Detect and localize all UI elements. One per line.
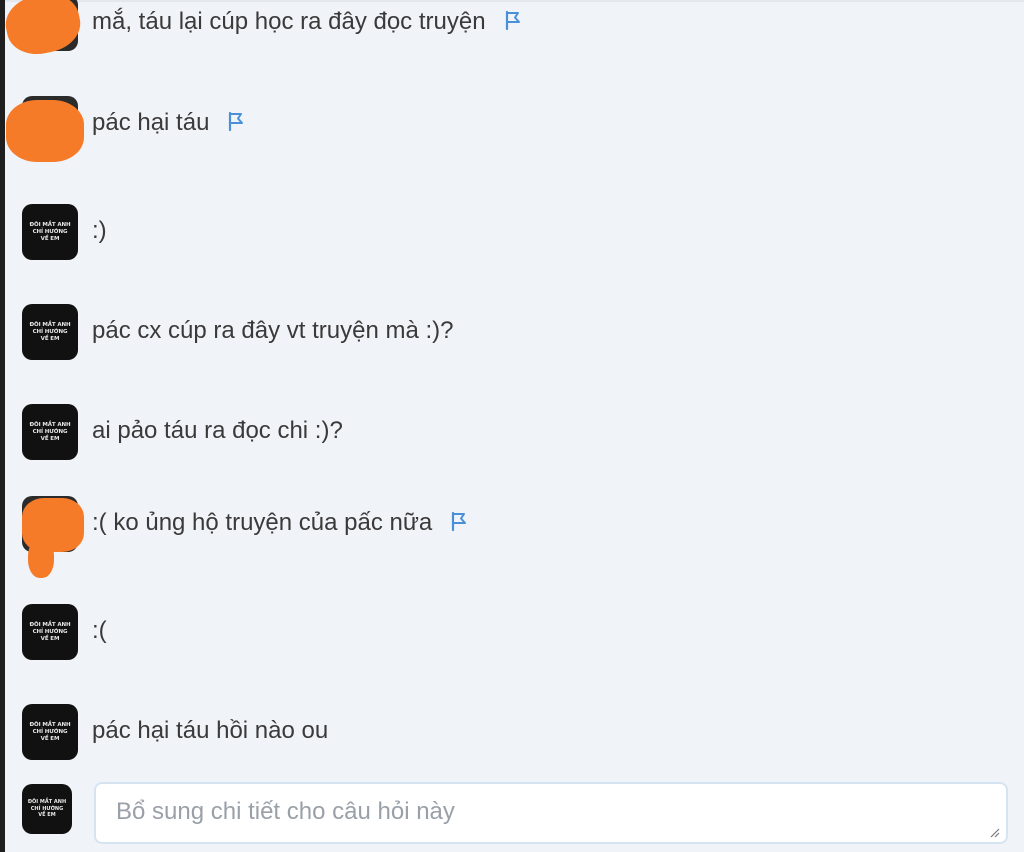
avatar[interactable]: ĐÔI MẮT ANH CHỈ HƯỚNG VỀ EM bbox=[22, 604, 78, 660]
flag-icon[interactable] bbox=[225, 110, 247, 132]
avatar-text: VỀ EM bbox=[40, 735, 60, 742]
avatar-text: VỀ EM bbox=[40, 335, 60, 342]
comment-item: ĐÔI MẮT ANH CHỈ HƯỚNG VỀ EM :( bbox=[20, 602, 1000, 662]
comment-text: :( ko ủng hộ truyện của pấc nữa bbox=[92, 508, 470, 538]
avatar-text: ĐÔI MẮT ANH bbox=[29, 321, 71, 328]
flag-icon[interactable] bbox=[502, 9, 524, 31]
comment-body: pác cx cúp ra đây vt truyện mà :)? bbox=[92, 317, 454, 344]
comment-text: pác cx cúp ra đây vt truyện mà :)? bbox=[92, 316, 454, 346]
redaction-mark bbox=[6, 100, 84, 162]
comment-item: mắ, táu lại cúp học ra đây đọc truyện bbox=[0, 0, 1000, 61]
comment-body: ai pảo táu ra đọc chi :)? bbox=[92, 417, 343, 444]
avatar-text: CHỈ HƯỚNG bbox=[32, 428, 68, 435]
comment-item: ĐÔI MẮT ANH CHỈ HƯỚNG VỀ EM :) bbox=[20, 202, 1000, 262]
comment-item: ĐÔI MẮT ANH CHỈ HƯỚNG VỀ EM ai pảo táu r… bbox=[20, 402, 1000, 462]
comment-body: :( bbox=[92, 617, 107, 644]
avatar-text: VỀ EM bbox=[40, 235, 60, 242]
comment-item: ĐÔI MẮT ANH CHỈ HƯỚNG VỀ EM pác cx cúp r… bbox=[20, 302, 1000, 362]
comment-text: :( bbox=[92, 616, 107, 646]
comment-body: pác hại táu bbox=[92, 109, 210, 136]
avatar[interactable]: ĐÔI MẮT ANH CHỈ HƯỚNG VỀ EM bbox=[22, 404, 78, 460]
comment-text: :) bbox=[92, 216, 107, 246]
comment-item: pác hại táu bbox=[6, 94, 1000, 162]
comment-body: :( ko ủng hộ truyện của pấc nữa bbox=[92, 509, 433, 536]
redaction-mark bbox=[0, 0, 86, 61]
flag-icon[interactable] bbox=[448, 510, 470, 532]
comment-text: pác hại táu hồi nào ou bbox=[92, 716, 328, 746]
avatar-text: VỀ EM bbox=[40, 635, 60, 642]
comment-thread: mắ, táu lại cúp học ra đây đọc truyện pá… bbox=[0, 0, 1024, 852]
avatar-text: CHỈ HƯỚNG bbox=[32, 728, 68, 735]
left-border bbox=[0, 0, 5, 852]
avatar-text: VỀ EM bbox=[40, 435, 60, 442]
comment-text: mắ, táu lại cúp học ra đây đọc truyện bbox=[92, 7, 524, 37]
avatar-text: ĐÔI MẮT ANH bbox=[29, 421, 71, 428]
avatar-text: CHỈ HƯỚNG bbox=[32, 228, 68, 235]
avatar[interactable]: ĐÔI MẮT ANH CHỈ HƯỚNG VỀ EM bbox=[22, 204, 78, 260]
resize-grip-icon[interactable] bbox=[988, 826, 1000, 838]
avatar-text: CHỈ HƯỚNG bbox=[32, 628, 68, 635]
avatar[interactable]: ĐÔI MẮT ANH CHỈ HƯỚNG VỀ EM bbox=[22, 304, 78, 360]
comment-body: pác hại táu hồi nào ou bbox=[92, 717, 329, 744]
comment-body: :) bbox=[92, 217, 107, 244]
comment-body: mắ, táu lại cúp học ra đây đọc truyện bbox=[92, 8, 486, 35]
redaction-mark bbox=[28, 538, 54, 578]
comment-item: ĐÔI MẮT ANH CHỈ HƯỚNG VỀ EM pác hại táu … bbox=[20, 702, 1000, 762]
reply-composer: ĐÔI MẮT ANH CHỈ HƯỚNG VỀ EM bbox=[20, 782, 1010, 844]
comment-text: ai pảo táu ra đọc chi :)? bbox=[92, 416, 343, 446]
reply-input[interactable] bbox=[94, 782, 1008, 844]
comment-item: :( ko ủng hộ truyện của pấc nữa bbox=[20, 494, 1000, 578]
avatar-text: ĐÔI MẮT ANH bbox=[29, 621, 71, 628]
comment-text: pác hại táu bbox=[92, 108, 247, 138]
avatar-text: ĐÔI MẮT ANH bbox=[29, 721, 71, 728]
avatar[interactable]: ĐÔI MẮT ANH CHỈ HƯỚNG VỀ EM bbox=[22, 784, 72, 834]
avatar-text: ĐÔI MẮT ANH bbox=[29, 221, 71, 228]
avatar[interactable]: ĐÔI MẮT ANH CHỈ HƯỚNG VỀ EM bbox=[22, 704, 78, 760]
avatar-text: CHỈ HƯỚNG bbox=[32, 328, 68, 335]
avatar-text: VỀ EM bbox=[38, 812, 56, 819]
